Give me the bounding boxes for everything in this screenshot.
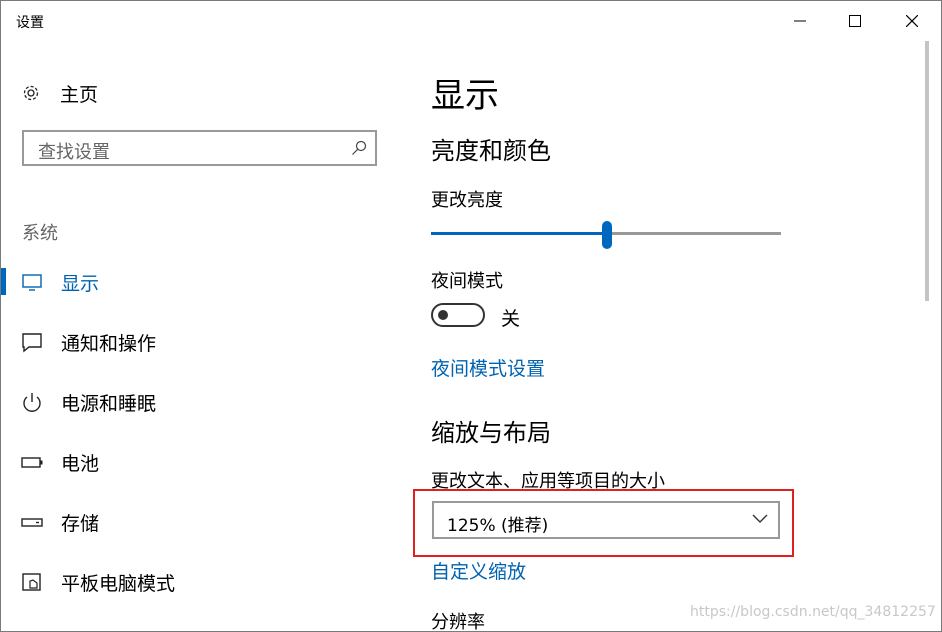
section-label: 系统 <box>22 223 58 244</box>
battery-icon <box>21 457 43 468</box>
sidebar-item-label: 显示 <box>61 273 100 295</box>
slider-thumb[interactable] <box>602 221 612 249</box>
minimize-button[interactable] <box>777 1 823 41</box>
sidebar-item-power[interactable]: 电源和睡眠 <box>1 381 401 421</box>
notification-icon <box>22 333 42 353</box>
custom-scale-link[interactable]: 自定义缩放 <box>431 557 526 584</box>
tablet-mode-icon <box>22 573 41 591</box>
night-mode-settings-link[interactable]: 夜间模式设置 <box>431 354 545 381</box>
red-highlight-box <box>413 489 794 557</box>
close-button[interactable] <box>889 1 935 41</box>
sidebar-item-label: 存储 <box>61 513 100 535</box>
maximize-button[interactable] <box>832 1 878 41</box>
close-icon <box>906 15 918 27</box>
sidebar: 主页 查找设置 系统 显示 通知和操作 电源和睡眠 电池 存储 平板电脑模式 <box>1 41 401 631</box>
home-label: 主页 <box>60 83 99 106</box>
sidebar-item-label: 电源和睡眠 <box>61 393 157 415</box>
search-placeholder: 查找设置 <box>38 142 110 163</box>
maximize-icon <box>849 15 861 27</box>
toggle-knob <box>438 310 448 320</box>
active-indicator <box>1 268 6 295</box>
sidebar-item-display[interactable]: 显示 <box>1 261 401 301</box>
monitor-icon <box>22 274 42 291</box>
gear-icon <box>23 85 39 101</box>
sidebar-item-tablet-mode[interactable]: 平板电脑模式 <box>1 561 401 601</box>
sidebar-item-label: 平板电脑模式 <box>61 573 176 595</box>
minimize-icon <box>794 20 806 22</box>
resolution-label: 分辨率 <box>431 612 485 632</box>
slider-track-fill <box>431 232 607 235</box>
search-input[interactable]: 查找设置 <box>22 130 377 166</box>
sidebar-item-notifications[interactable]: 通知和操作 <box>1 321 401 361</box>
window-title: 设置 <box>16 15 44 31</box>
sidebar-item-storage[interactable]: 存储 <box>1 501 401 541</box>
brightness-slider[interactable] <box>431 221 781 249</box>
storage-icon <box>21 518 43 527</box>
power-icon <box>23 393 41 412</box>
scale-section-title: 缩放与布局 <box>431 419 551 447</box>
page-title: 显示 <box>431 76 499 116</box>
scrollbar[interactable] <box>925 41 929 301</box>
night-mode-state: 关 <box>501 308 521 330</box>
sidebar-item-label: 通知和操作 <box>61 333 157 355</box>
slider-track <box>607 232 781 235</box>
brightness-label: 更改亮度 <box>431 190 503 211</box>
sidebar-item-battery[interactable]: 电池 <box>1 441 401 481</box>
sidebar-item-label: 电池 <box>61 453 100 475</box>
search-icon[interactable] <box>351 140 367 156</box>
night-mode-label: 夜间模式 <box>431 271 503 292</box>
watermark: https://blog.csdn.net/qq_34812257 <box>690 604 936 620</box>
brightness-section-title: 亮度和颜色 <box>431 137 551 165</box>
home-nav-item[interactable]: 主页 <box>21 81 99 106</box>
night-mode-toggle[interactable] <box>431 303 485 327</box>
title-bar: 设置 <box>1 1 941 41</box>
